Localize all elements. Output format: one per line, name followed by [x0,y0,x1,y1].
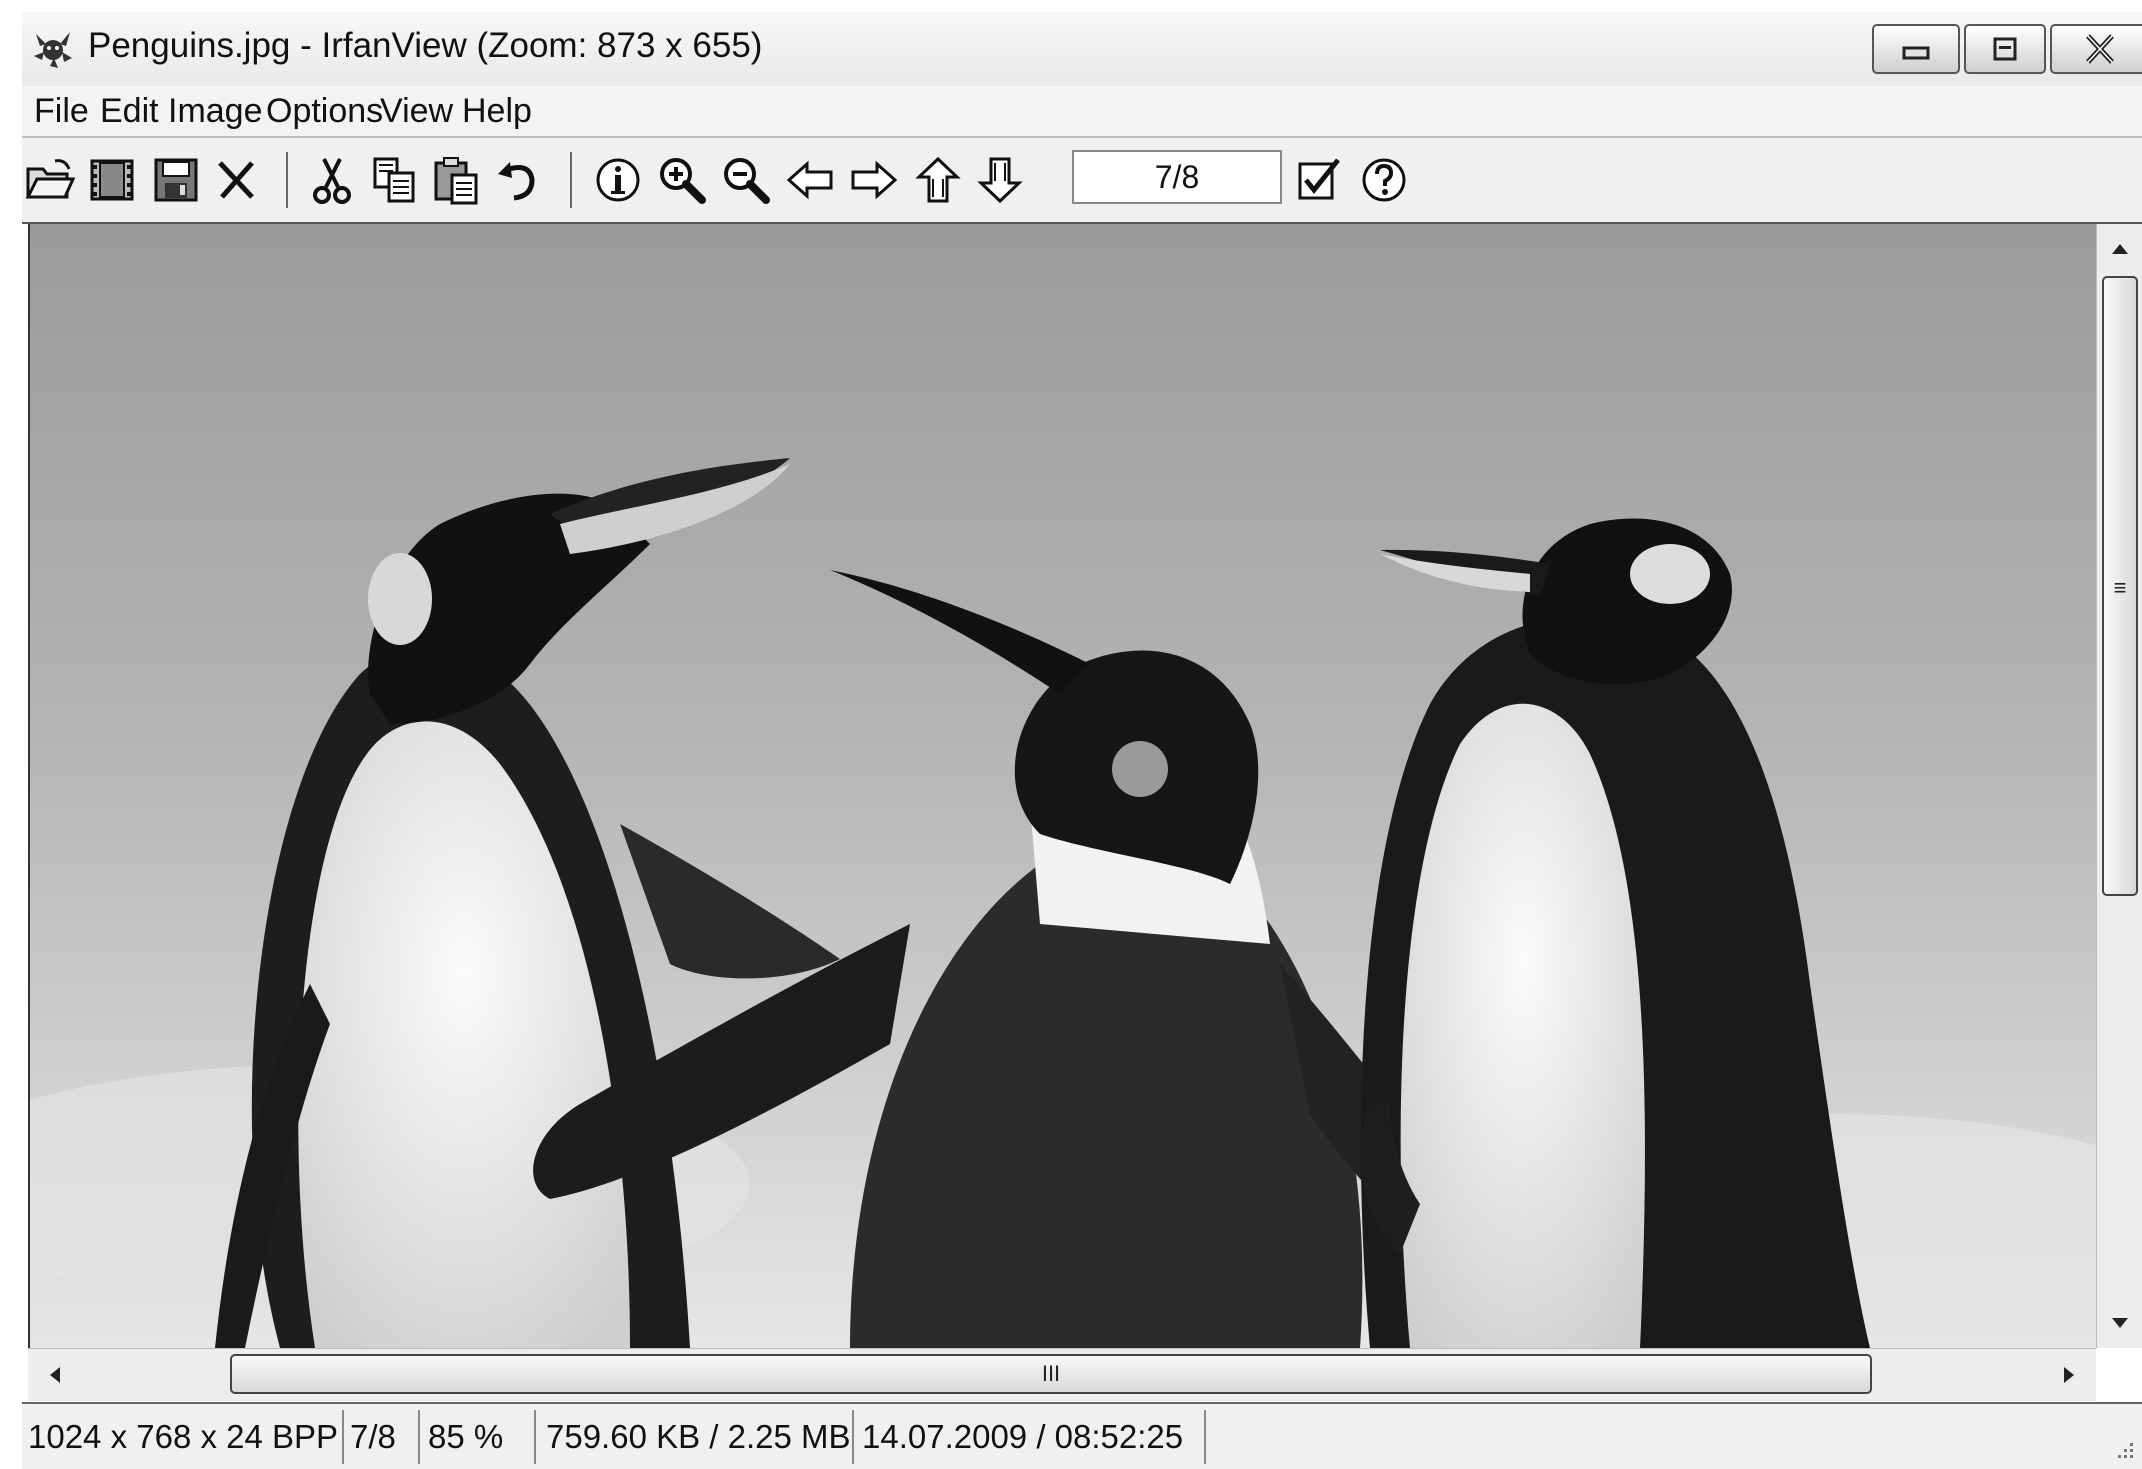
horizontal-scrollbar[interactable]: III [28,1348,2096,1401]
horizontal-grip: III [1041,1361,1061,1386]
properties-checkbox-icon [1298,158,1340,200]
scroll-down-arrow-icon[interactable] [2097,1302,2142,1344]
scroll-up-arrow-icon[interactable] [2097,228,2142,270]
properties-button[interactable] [1292,150,1348,210]
next-arrow-icon [851,160,898,200]
vertical-scrollbar[interactable]: ≡ [2096,224,2142,1348]
copy-icon [373,157,415,203]
menu-bar: File Edit Image Options View Help [22,86,2142,138]
status-divider [418,1410,420,1464]
close-icon [2086,34,2114,64]
copy-button[interactable] [366,150,422,210]
delete-icon [218,161,254,199]
status-divider [1204,1410,1206,1464]
irfanview-cat-icon [34,32,72,68]
status-divider [852,1410,854,1464]
status-datetime: 14.07.2009 / 08:52:25 [862,1418,1184,1455]
toolbar-separator [570,152,572,208]
paste-button[interactable] [428,150,484,210]
last-file-button[interactable] [972,150,1028,210]
horizontal-scroll-thumb[interactable]: III [230,1354,1872,1394]
maximize-icon [1993,37,2017,61]
slideshow-button[interactable] [84,150,140,210]
open-button[interactable] [22,150,78,210]
info-button[interactable] [590,150,646,210]
menu-help[interactable]: Help [462,92,532,131]
paste-icon [434,157,478,205]
next-button[interactable] [846,150,902,210]
help-icon [1362,158,1406,202]
menu-options[interactable]: Options [266,92,383,131]
status-filesize: 759.60 KB / 2.25 MB [546,1418,851,1455]
status-zoom: 85 % [428,1418,504,1455]
zoom-out-button[interactable] [718,150,774,210]
menu-file[interactable]: File [34,92,89,131]
toolbar-separator [286,152,288,208]
save-icon [154,158,198,202]
close-button[interactable] [2050,24,2142,74]
minimize-icon [1902,46,1930,60]
status-bar: 1024 x 768 x 24 BPP 7/8 85 % 759.60 KB /… [22,1402,2142,1469]
menu-edit[interactable]: Edit [100,92,159,131]
vertical-grip: ≡ [2113,575,2127,600]
cut-icon [313,158,351,204]
minimize-button[interactable] [1872,24,1960,74]
zoom-in-button[interactable] [654,150,710,210]
menu-view[interactable]: View [380,92,453,131]
slideshow-icon [90,159,134,201]
first-file-icon [915,156,961,203]
undo-icon [498,162,535,201]
cut-button[interactable] [304,150,360,210]
last-file-icon [977,157,1023,204]
menu-image[interactable]: Image [168,92,263,131]
penguins-photo [30,224,2098,1348]
previous-button[interactable] [782,150,838,210]
previous-arrow-icon [786,160,833,200]
delete-button[interactable] [208,150,264,210]
status-index: 7/8 [350,1418,396,1455]
zoom-out-icon [724,158,770,204]
open-folder-icon [25,159,75,199]
toolbar: 7/8 [22,138,2142,224]
info-icon [596,158,640,202]
title-bar[interactable]: Penguins.jpg - IrfanView (Zoom: 873 x 65… [22,12,2142,86]
status-divider [342,1410,344,1464]
scroll-right-arrow-icon[interactable] [2050,1353,2090,1397]
window-title: Penguins.jpg - IrfanView (Zoom: 873 x 65… [88,26,763,65]
first-file-button[interactable] [910,150,966,210]
vertical-scroll-thumb[interactable]: ≡ [2102,276,2138,896]
status-dimensions: 1024 x 768 x 24 BPP [28,1418,339,1455]
scroll-left-arrow-icon[interactable] [34,1353,74,1397]
save-button[interactable] [148,150,204,210]
image-viewport[interactable] [28,224,2098,1348]
resize-grip-icon[interactable] [2106,1435,2136,1465]
page-indicator: 7/8 [1072,150,1282,204]
undo-button[interactable] [490,150,546,210]
status-divider [534,1410,536,1464]
maximize-button[interactable] [1964,24,2046,74]
help-button[interactable] [1356,150,1412,210]
irfanview-window: Penguins.jpg - IrfanView (Zoom: 873 x 65… [0,0,2142,1469]
zoom-in-icon [660,158,706,204]
